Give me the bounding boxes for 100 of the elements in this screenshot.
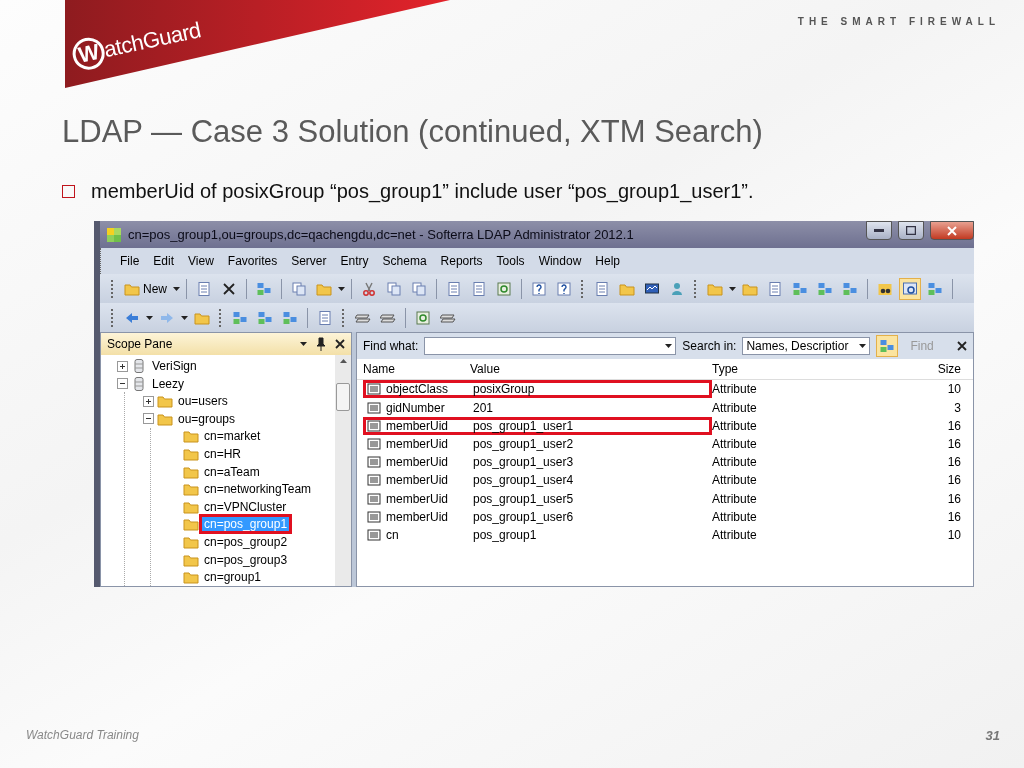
- menu-item[interactable]: Entry: [335, 252, 374, 271]
- scroll-up-icon[interactable]: [339, 359, 347, 364]
- size-cell-text: 16: [946, 418, 962, 433]
- tree-item[interactable]: cn=pos_group2: [202, 535, 290, 549]
- attribute-icon[interactable]: [366, 435, 382, 452]
- caret-icon[interactable]: [338, 286, 345, 291]
- minimize-icon[interactable]: [874, 228, 884, 233]
- menu-item[interactable]: File: [115, 252, 145, 271]
- maximize-button[interactable]: [898, 221, 924, 241]
- name-cell: cn: [363, 525, 470, 544]
- find-label: Find what:: [363, 339, 419, 354]
- column-header[interactable]: Name: [363, 362, 470, 377]
- caret-icon[interactable]: [173, 286, 180, 291]
- attribute-icon[interactable]: [366, 526, 382, 543]
- column-header[interactable]: Size: [933, 362, 973, 377]
- attribute-icon[interactable]: [366, 381, 382, 398]
- tree-item[interactable]: cn=aTeam: [202, 464, 262, 479]
- size-cell-text: 10: [946, 382, 962, 397]
- size-cell-text: 16: [946, 509, 962, 524]
- name-cell: objectClass: [363, 380, 470, 399]
- tree-item[interactable]: cn=market: [202, 429, 263, 444]
- menu-item[interactable]: Schema: [377, 252, 432, 271]
- tree-item[interactable]: Leezy: [150, 376, 187, 391]
- type-cell-text: Attribute: [712, 400, 758, 415]
- attribute-icon[interactable]: [366, 508, 382, 525]
- attribute-icon[interactable]: [366, 472, 382, 489]
- caret-icon[interactable]: [665, 344, 673, 349]
- column-header[interactable]: Value: [470, 362, 712, 377]
- column-header[interactable]: Type: [712, 362, 872, 377]
- name-cell: memberUid: [363, 471, 470, 490]
- bullet-icon: [62, 185, 75, 198]
- menu-item[interactable]: Server: [286, 252, 332, 271]
- logo: WatchGuard: [69, 13, 204, 74]
- size-cell-text: 16: [946, 455, 962, 470]
- value-cell-text: pos_group1: [472, 526, 538, 544]
- value-cell: pos_group1_user1: [470, 416, 712, 435]
- collapse-icon[interactable]: [143, 413, 154, 425]
- menu-item[interactable]: Edit: [148, 252, 180, 271]
- size-cell-text: 10: [946, 527, 962, 542]
- close-icon[interactable]: [335, 339, 345, 350]
- tree-item[interactable]: cn=HR: [202, 447, 243, 462]
- menu-item[interactable]: Help: [590, 252, 625, 271]
- type-cell-text: Attribute: [712, 473, 758, 488]
- pane-title: Scope Pane: [107, 337, 174, 352]
- search-in-dropdown[interactable]: Names, Descriptior: [742, 337, 871, 356]
- scrollbar[interactable]: [335, 355, 351, 586]
- caret-icon[interactable]: [181, 315, 188, 320]
- tree-item[interactable]: ou=users: [176, 394, 230, 409]
- value-cell-text: pos_group1_user6: [472, 508, 575, 526]
- value-cell-text: pos_group1_user5: [472, 490, 575, 508]
- type-cell-text: Attribute: [712, 491, 758, 506]
- menu-item[interactable]: Reports: [435, 252, 488, 271]
- expand-icon[interactable]: [117, 360, 128, 372]
- expand-icon[interactable]: [143, 395, 154, 407]
- value-cell-text: pos_group1_user3: [472, 454, 575, 472]
- close-button[interactable]: [930, 221, 974, 241]
- tree-item[interactable]: cn=VPNCluster: [202, 499, 289, 514]
- menu-item[interactable]: Favorites: [222, 252, 283, 271]
- new-button[interactable]: New: [121, 277, 170, 300]
- folder-icon[interactable]: [183, 534, 199, 550]
- menu-item[interactable]: View: [183, 252, 219, 271]
- window-title: cn=pos_group1,ou=groups,dc=qachengdu,dc=net - Softerra LDAP Administrator 2012.1: [128, 227, 635, 243]
- tree-item[interactable]: VeriSign: [150, 359, 199, 374]
- tree-item[interactable]: ou=groups: [176, 411, 238, 426]
- name-cell: memberUid: [363, 489, 470, 508]
- name-cell: memberUid: [363, 507, 470, 526]
- folder-icon[interactable]: [183, 569, 199, 586]
- caret-icon[interactable]: [859, 344, 867, 349]
- attribute-icon[interactable]: [366, 417, 382, 434]
- server-icon[interactable]: [131, 358, 147, 375]
- minimize-button[interactable]: [866, 221, 892, 241]
- folder-icon[interactable]: [183, 516, 199, 533]
- app-icon: [106, 226, 122, 243]
- tree-item[interactable]: cn=group1: [202, 570, 264, 585]
- attribute-icon[interactable]: [366, 490, 382, 507]
- attribute-icon[interactable]: [366, 399, 382, 416]
- attribute-icon[interactable]: [366, 454, 382, 471]
- collapse-icon[interactable]: [117, 378, 128, 390]
- type-cell-text: Attribute: [712, 418, 758, 433]
- folder-icon[interactable]: [183, 481, 199, 498]
- scroll-thumb[interactable]: [336, 383, 350, 412]
- tree-item[interactable]: cn=networkingTeam: [202, 482, 314, 497]
- find-field[interactable]: [424, 337, 677, 356]
- type-cell-text: Attribute: [712, 436, 758, 451]
- folder-icon[interactable]: [183, 446, 199, 463]
- slide-title: LDAP — Case 3 Solution (continued, XTM Search): [62, 114, 764, 151]
- close-icon[interactable]: [957, 341, 967, 352]
- caret-icon[interactable]: [300, 342, 307, 347]
- tree-item[interactable]: cn=pos_group3: [202, 552, 290, 567]
- type-cell-text: Attribute: [712, 527, 758, 542]
- value-cell: posixGroup: [470, 380, 712, 399]
- maximize-icon[interactable]: [906, 226, 916, 236]
- caret-icon[interactable]: [146, 315, 153, 320]
- caret-icon[interactable]: [729, 286, 736, 291]
- name-cell: memberUid: [363, 416, 470, 435]
- menu-item[interactable]: Tools: [491, 252, 530, 271]
- folder-icon[interactable]: [183, 428, 199, 445]
- search-pane-button[interactable]: [899, 277, 921, 300]
- server-icon[interactable]: [131, 375, 147, 392]
- menu-item[interactable]: Window: [533, 252, 587, 271]
